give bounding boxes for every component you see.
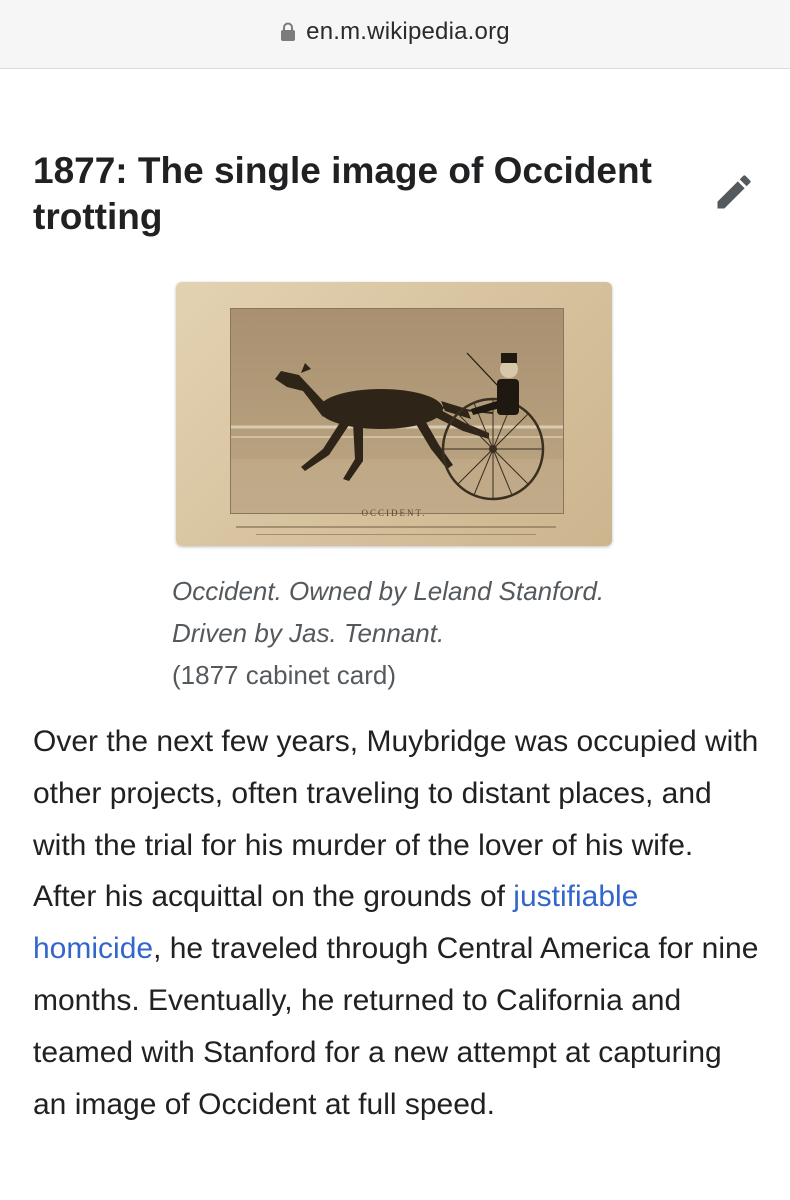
card-print-line bbox=[236, 526, 556, 528]
horse-and-sulky-illustration bbox=[231, 352, 563, 513]
card-print-line bbox=[256, 534, 536, 535]
section-paragraph: Over the next few years, Muybridge was o… bbox=[33, 716, 763, 1130]
figure-caption: Occident. Owned by Leland Stanford. Driv… bbox=[172, 570, 632, 696]
caption-plain-text: (1877 cabinet card) bbox=[172, 660, 397, 690]
caption-italic-text: Occident. Owned by Leland Stanford. Driv… bbox=[172, 576, 605, 648]
browser-url-bar[interactable]: en.m.wikipedia.org bbox=[0, 0, 790, 69]
url-text: en.m.wikipedia.org bbox=[306, 18, 510, 45]
card-title: OCCIDENT. bbox=[361, 508, 427, 518]
lock-icon bbox=[281, 22, 296, 41]
occident-cabinet-card-image[interactable]: OCCIDENT. bbox=[172, 280, 616, 550]
cabinet-card: OCCIDENT. bbox=[176, 282, 612, 546]
url-display[interactable]: en.m.wikipedia.org bbox=[280, 18, 510, 46]
section-heading: 1877: The single image of Occident trott… bbox=[33, 150, 652, 237]
pencil-icon[interactable] bbox=[712, 170, 756, 214]
photo-area bbox=[230, 308, 564, 514]
paragraph-text-before: Over the next few years, Muybridge was o… bbox=[33, 725, 759, 914]
